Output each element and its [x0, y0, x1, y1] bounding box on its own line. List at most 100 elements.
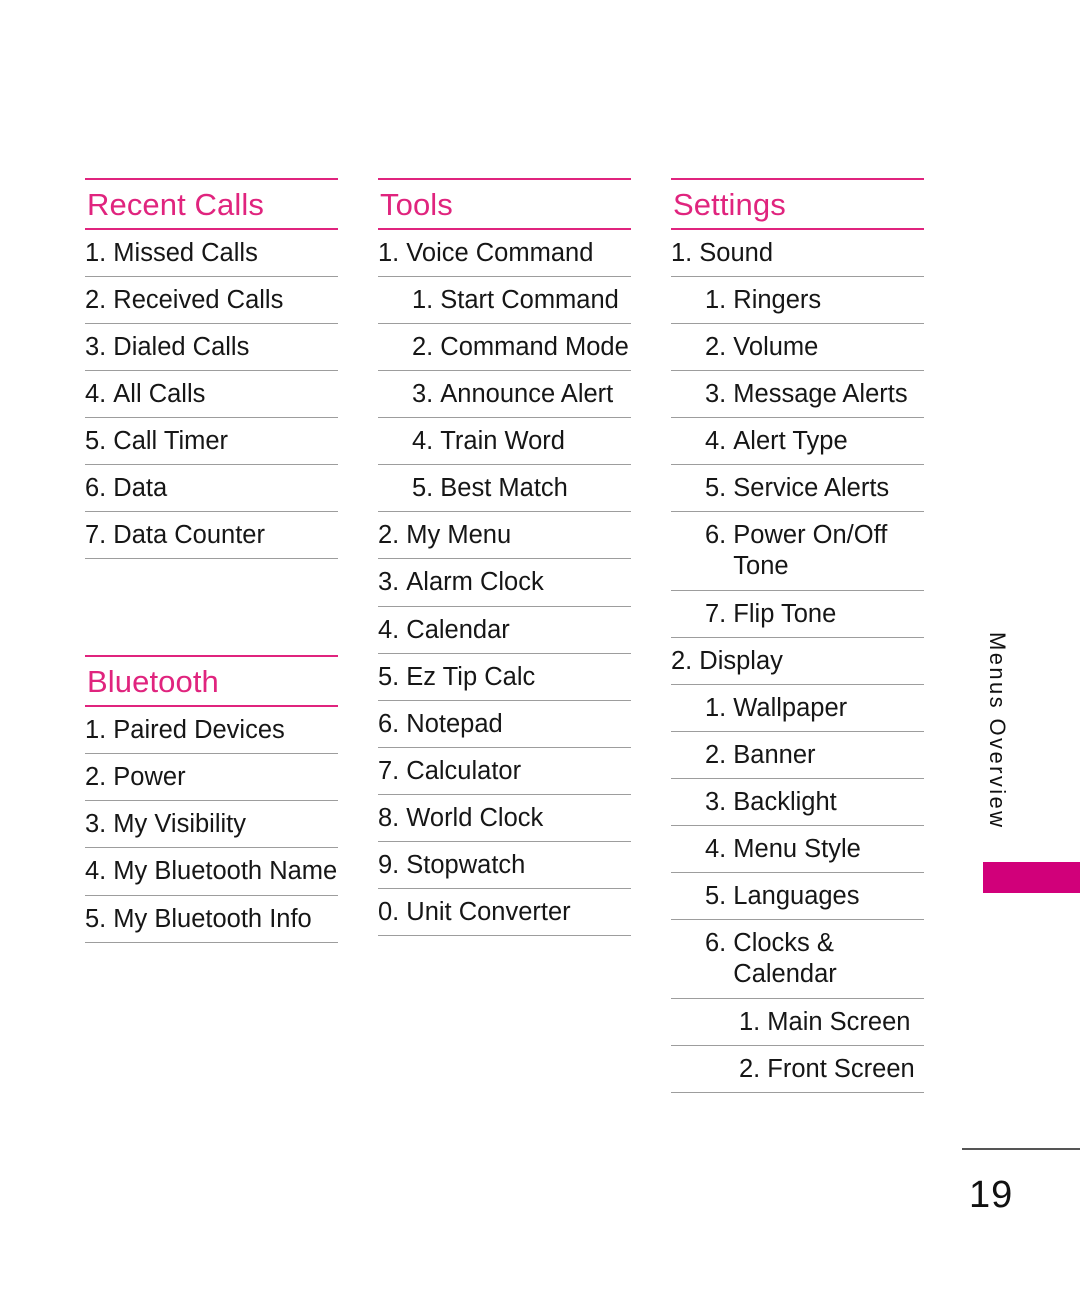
menu-item: 1. Main Screen — [671, 999, 924, 1046]
menu-item-number: 5. — [85, 427, 107, 456]
menu-item-label: Missed Calls — [113, 238, 258, 267]
menu-item-number: 1. — [739, 1007, 761, 1036]
menu-item-number: 2. — [85, 285, 107, 314]
section-settings: Settings 1. Sound 1. Ringers 2. Volume 3. Messag… — [671, 178, 924, 1093]
section-title-tools: Tools — [380, 187, 453, 222]
menu-item: 5. Languages — [671, 873, 924, 921]
menu-item-label: Dialed Calls — [113, 332, 250, 361]
menu-item-label: Front Screen — [767, 1054, 915, 1083]
menu-item-label: Clocks & Calendar — [733, 929, 837, 989]
menu-item-number: 2. — [412, 332, 434, 361]
menu-item-label: Announce Alert — [440, 380, 614, 408]
menu-item-label: Best Match — [440, 474, 568, 503]
menu-item-label: Calculator — [406, 756, 522, 785]
menu-item-number: 1. — [412, 285, 434, 314]
menu-item-label: Service Alerts — [733, 474, 890, 503]
menu-item-label: My Visibility — [113, 810, 246, 839]
menu-item: 7. Data Counter — [85, 512, 338, 560]
menu-item: 1. Sound — [671, 230, 924, 277]
menu-item: 4. Alert Type — [671, 418, 924, 466]
menu-item: 5. Service Alerts — [671, 465, 924, 513]
menu-item-number: 6. — [705, 521, 727, 550]
menu-item: 3. Dialed Calls — [85, 324, 338, 371]
menu-item-number: 2. — [705, 740, 727, 769]
menu-item: 4. All Calls — [85, 371, 338, 419]
menu-item-label: Sound — [699, 238, 774, 267]
menu-item-number: 6. — [705, 929, 727, 958]
menu-item-number: 3. — [85, 332, 107, 361]
menu-item-label: Power On/Off Tone — [733, 521, 888, 581]
menu-item: 6. Clocks & Calendar — [671, 920, 924, 999]
menu-item-number: 2. — [739, 1054, 761, 1083]
menu-item-number: 5. — [378, 662, 400, 691]
menu-item: 2. Command Mode — [378, 324, 631, 371]
page-number: 19 — [969, 1174, 1014, 1216]
menu-item-number: 6. — [85, 474, 107, 503]
menu-item-number: 3. — [378, 568, 400, 597]
menu-item: 2. Received Calls — [85, 277, 338, 324]
menu-item: 2. Banner — [671, 732, 924, 779]
menu-item: 6. Data — [85, 465, 338, 513]
menu-item-number: 1. — [378, 238, 400, 267]
menu-item-label: Languages — [733, 882, 860, 911]
menu-item-number: 2. — [378, 521, 400, 550]
menu-item: 9. Stopwatch — [378, 842, 631, 890]
menu-item-label: My Menu — [406, 521, 512, 550]
menu-item-number: 4. — [705, 835, 727, 864]
menu-item-label: Main Screen — [767, 1007, 911, 1036]
section-tools: Tools 1. Voice Command 1. Start Command 2. Com… — [378, 178, 631, 937]
menu-item-number: 0. — [378, 898, 400, 927]
menu-item: 3. Backlight — [671, 779, 924, 827]
menu-item-label: Command Mode — [440, 332, 629, 361]
menu-item: 1. Start Command — [378, 277, 631, 324]
menu-list-tools: 1. Voice Command 1. Start Command 2. Command … — [378, 230, 631, 937]
menu-item-number: 6. — [378, 709, 400, 738]
menu-item-label: Start Command — [440, 285, 619, 314]
menu-item-label: Display — [699, 646, 783, 675]
menu-item-label: Backlight — [733, 787, 837, 816]
menu-item-number: 8. — [378, 803, 400, 832]
menu-item: 3. Announce Alert — [378, 371, 631, 419]
menu-item-number: 4. — [85, 380, 107, 408]
menu-item: 7. Flip Tone — [671, 591, 924, 638]
menu-list-bluetooth: 1. Paired Devices 2. Power 3. My Visibility 4.… — [85, 707, 338, 943]
menu-item-number: 3. — [705, 787, 727, 816]
menu-item: 4. Menu Style — [671, 826, 924, 874]
menu-list-recent-calls: 1. Missed Calls 2. Received Calls 3. Dialed C… — [85, 230, 338, 560]
menu-item-label: Train Word — [440, 427, 565, 456]
menu-item: 0. Unit Converter — [378, 889, 631, 937]
menu-item-label: Data Counter — [113, 521, 265, 550]
menu-item-number: 1. — [85, 716, 107, 745]
column-2: Tools 1. Voice Command 1. Start Command 2. Com… — [378, 178, 631, 937]
menu-item: 1. Missed Calls — [85, 230, 338, 277]
menu-item-label: Banner — [733, 740, 816, 769]
menu-item: 1. Paired Devices — [85, 707, 338, 755]
menu-item: 2. Power — [85, 754, 338, 802]
menu-item-number: 2. — [85, 763, 107, 792]
menu-item-label: Ez Tip Calc — [406, 662, 536, 691]
menu-item: 5. My Bluetooth Info — [85, 896, 338, 943]
section-bluetooth: Bluetooth 1. Paired Devices 2. Power 3. My Vis… — [85, 655, 338, 943]
menu-item-number: 5. — [705, 474, 727, 503]
menu-item-label: My Bluetooth Name — [113, 857, 338, 886]
menu-item: 1. Voice Command — [378, 230, 631, 277]
menu-item-label: Message Alerts — [733, 380, 908, 408]
menu-list-settings: 1. Sound 1. Ringers 2. Volume 3. Message Alerts… — [671, 230, 924, 1093]
menu-item: 8. World Clock — [378, 795, 631, 843]
menu-item-number: 3. — [85, 810, 107, 839]
menu-item-label: Flip Tone — [733, 599, 837, 628]
column-3: Settings 1. Sound 1. Ringers 2. Volume 3. Messag… — [671, 178, 924, 1093]
menu-item-label: Menu Style — [733, 835, 861, 864]
menu-item-number: 7. — [705, 599, 727, 628]
menu-item-label: Stopwatch — [406, 851, 526, 880]
menu-item-label: My Bluetooth Info — [113, 904, 312, 933]
menu-item: 4. Train Word — [378, 418, 631, 466]
section-title-settings: Settings — [673, 187, 786, 222]
menu-item-label: All Calls — [113, 380, 206, 408]
menu-item-label: Received Calls — [113, 285, 284, 314]
menu-item-label: Wallpaper — [733, 693, 848, 722]
column-1: Recent Calls 1. Missed Calls 2. Received Cal… — [85, 178, 338, 943]
menu-item-label: Paired Devices — [113, 716, 285, 745]
menu-item: 7. Calculator — [378, 748, 631, 795]
menu-item: 5. Ez Tip Calc — [378, 654, 631, 701]
